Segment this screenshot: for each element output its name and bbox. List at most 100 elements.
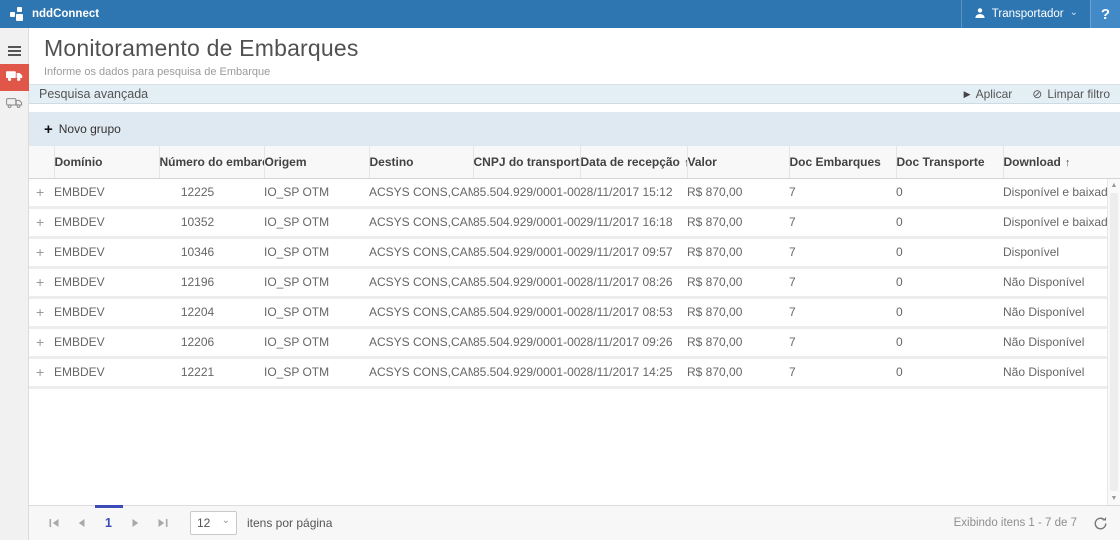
- cell-cnpj: 85.504.929/0001-00: [473, 179, 580, 208]
- apply-filter-button[interactable]: ▶ Aplicar: [964, 87, 1013, 101]
- cell-download: Não Disponível: [1003, 328, 1120, 358]
- cell-data_recepcao: 28/11/2017 15:12: [580, 179, 687, 208]
- cell-download: Disponível e baixado: [1003, 179, 1120, 208]
- cell-dominio: EMBDEV: [54, 179, 159, 208]
- cell-origem: IO_SP OTM: [264, 268, 369, 298]
- table-row: +EMBDEV10346IO_SP OTMACSYS CONS,CAMPINAS…: [29, 238, 1120, 268]
- expand-row-icon[interactable]: +: [29, 358, 54, 388]
- cell-doc_transporte: 0: [896, 179, 1003, 208]
- top-bar: nddConnect Transportador ⌄ ?: [0, 0, 1120, 28]
- user-menu-label: Transportador: [992, 8, 1064, 20]
- column-header-data_recepcao[interactable]: Data de recepção↑: [580, 146, 687, 179]
- clear-filter-button[interactable]: ⊘ Limpar filtro: [1032, 87, 1110, 101]
- cell-dominio: EMBDEV: [54, 208, 159, 238]
- sidebar-item-embarques[interactable]: [0, 64, 29, 91]
- column-header-origem[interactable]: Origem: [264, 146, 369, 179]
- cell-doc_embarques: 7: [789, 179, 896, 208]
- column-header-download[interactable]: Download↑: [1003, 146, 1120, 179]
- cell-origem: IO_SP OTM: [264, 358, 369, 388]
- column-header-doc_transporte[interactable]: Doc Transporte: [896, 146, 1003, 179]
- refresh-button[interactable]: [1093, 516, 1108, 531]
- advanced-search-label: Pesquisa avançada: [39, 87, 148, 101]
- cell-download: Disponível e baixado: [1003, 208, 1120, 238]
- seek-last-icon: [157, 518, 168, 528]
- column-header-valor[interactable]: Valor: [687, 146, 789, 179]
- cell-doc_embarques: 7: [789, 268, 896, 298]
- cell-doc_transporte: 0: [896, 208, 1003, 238]
- column-header-doc_embarques[interactable]: Doc Embarques: [789, 146, 896, 179]
- table-row: +EMBDEV12225IO_SP OTMACSYS CONS,CAMPINAS…: [29, 179, 1120, 208]
- page-subtitle: Informe os dados para pesquisa de Embarq…: [44, 66, 1120, 78]
- scroll-down-icon[interactable]: ▼: [1108, 492, 1120, 505]
- spacer: [29, 104, 1120, 112]
- page-number-1[interactable]: 1: [95, 506, 122, 540]
- user-menu-dropdown[interactable]: Transportador ⌄: [961, 0, 1090, 28]
- pager: 1 12 ⌄ itens por página Exibindo itens 1…: [29, 505, 1120, 540]
- page-size-dropdown[interactable]: 12 ⌄: [190, 511, 237, 535]
- new-group-button[interactable]: Novo grupo: [59, 122, 121, 136]
- cell-numero: 12204: [159, 298, 264, 328]
- cell-dominio: EMBDEV: [54, 238, 159, 268]
- cell-download: Não Disponível: [1003, 358, 1120, 388]
- menu-icon: [8, 46, 21, 56]
- brand[interactable]: nddConnect: [0, 0, 99, 28]
- cell-valor: R$ 870,00: [687, 328, 789, 358]
- cell-doc_transporte: 0: [896, 328, 1003, 358]
- advanced-search-bar[interactable]: Pesquisa avançada ▶ Aplicar ⊘ Limpar fil…: [29, 84, 1120, 104]
- cell-dominio: EMBDEV: [54, 358, 159, 388]
- expand-row-icon[interactable]: +: [29, 328, 54, 358]
- next-page-button[interactable]: [122, 510, 149, 537]
- last-page-button[interactable]: [149, 510, 176, 537]
- cell-destino: ACSYS CONS,CAMPINAS...: [369, 328, 473, 358]
- cell-valor: R$ 870,00: [687, 298, 789, 328]
- expand-row-icon[interactable]: +: [29, 268, 54, 298]
- column-header-numero[interactable]: Número do embarque: [159, 146, 264, 179]
- cell-numero: 12225: [159, 179, 264, 208]
- arrow-right-icon: [131, 518, 140, 528]
- sidebar-menu-toggle[interactable]: [0, 37, 29, 64]
- grid-header: DomínioNúmero do embarqueOrigemDestinoCN…: [29, 146, 1120, 179]
- cell-doc_embarques: 7: [789, 358, 896, 388]
- cell-valor: R$ 870,00: [687, 268, 789, 298]
- cell-valor: R$ 870,00: [687, 179, 789, 208]
- sidebar-item-transporte[interactable]: [0, 91, 29, 118]
- cell-data_recepcao: 28/11/2017 14:25: [580, 358, 687, 388]
- expand-row-icon[interactable]: +: [29, 238, 54, 268]
- column-header-destino[interactable]: Destino: [369, 146, 473, 179]
- seek-first-icon: [49, 518, 60, 528]
- truck-icon: [6, 69, 23, 87]
- table-row: +EMBDEV12221IO_SP OTMACSYS CONS,CAMPINAS…: [29, 358, 1120, 388]
- cell-cnpj: 85.504.929/0001-00: [473, 238, 580, 268]
- expand-row-icon[interactable]: +: [29, 208, 54, 238]
- scroll-up-icon[interactable]: ▲: [1108, 179, 1120, 192]
- help-button[interactable]: ?: [1090, 0, 1120, 28]
- pager-status: Exibindo itens 1 - 7 de 7: [954, 517, 1077, 529]
- first-page-button[interactable]: [41, 510, 68, 537]
- cell-doc_embarques: 7: [789, 208, 896, 238]
- sidebar: [0, 28, 29, 540]
- expand-row-icon[interactable]: +: [29, 298, 54, 328]
- cell-destino: ACSYS CONS,CAMPINAS...: [369, 238, 473, 268]
- cell-dominio: EMBDEV: [54, 268, 159, 298]
- column-header-expand: [29, 146, 54, 179]
- cell-cnpj: 85.504.929/0001-00: [473, 328, 580, 358]
- vertical-scrollbar[interactable]: ▲ ▼: [1107, 179, 1120, 505]
- table-row: +EMBDEV12206IO_SP OTMACSYS CONS,CAMPINAS…: [29, 328, 1120, 358]
- cell-valor: R$ 870,00: [687, 358, 789, 388]
- cell-numero: 12206: [159, 328, 264, 358]
- cell-destino: ACSYS CONS,CAMPINAS...: [369, 208, 473, 238]
- cell-doc_embarques: 7: [789, 328, 896, 358]
- cell-data_recepcao: 28/11/2017 09:26: [580, 328, 687, 358]
- previous-page-button[interactable]: [68, 510, 95, 537]
- cell-doc_transporte: 0: [896, 238, 1003, 268]
- scrollbar-thumb[interactable]: [1110, 193, 1118, 491]
- column-header-dominio[interactable]: Domínio: [54, 146, 159, 179]
- cell-destino: ACSYS CONS,CAMPINAS...: [369, 358, 473, 388]
- cell-origem: IO_SP OTM: [264, 328, 369, 358]
- cell-origem: IO_SP OTM: [264, 208, 369, 238]
- cell-valor: R$ 870,00: [687, 208, 789, 238]
- table-row: +EMBDEV10352IO_SP OTMACSYS CONS,CAMPINAS…: [29, 208, 1120, 238]
- column-header-cnpj[interactable]: CNPJ do transportador: [473, 146, 580, 179]
- cell-origem: IO_SP OTM: [264, 298, 369, 328]
- expand-row-icon[interactable]: +: [29, 179, 54, 208]
